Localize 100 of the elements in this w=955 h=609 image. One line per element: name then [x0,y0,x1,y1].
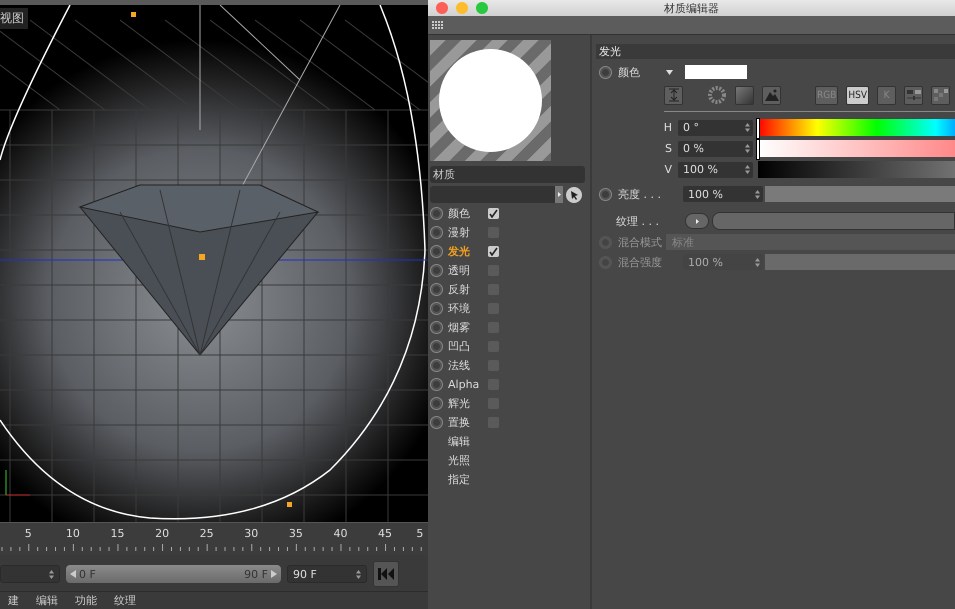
spinner-icon[interactable] [745,165,750,174]
triangle-icon [696,218,698,224]
color-label: 颜色 [618,64,640,80]
frame-number: 30 [243,526,260,540]
keyframe-circle[interactable] [430,359,443,372]
menu-item[interactable]: 光照 [448,451,588,470]
channel-label: S [665,142,672,155]
viewport-label: 视图 [0,8,28,29]
texture-menu-button[interactable] [685,213,709,229]
spinner-icon[interactable] [745,123,750,132]
viewport-scene-drawing[interactable] [0,5,428,522]
keyframe-circle[interactable] [430,397,443,410]
texture-field[interactable] [712,212,955,230]
menu-item[interactable]: 编辑 [36,593,58,608]
channel-item[interactable]: 发光 [448,244,488,259]
color-wheel-button[interactable] [707,86,727,104]
brightness-field[interactable]: 100 % [683,186,763,202]
go-to-start-button[interactable] [373,561,399,587]
channel-checkbox[interactable] [488,208,499,219]
brightness-label: 亮度 . . . [618,186,662,202]
channel-item[interactable]: 法线 [448,358,488,373]
menu-item[interactable]: 功能 [75,593,97,608]
spinner-icon[interactable] [356,570,361,578]
menu-item[interactable]: 指定 [448,470,588,489]
channel-item[interactable]: 凹凸 [448,339,488,354]
slider-thumb[interactable] [756,139,760,160]
image-button[interactable] [762,86,781,104]
frame-number: 40 [332,526,348,540]
cursor-icon[interactable] [566,186,582,202]
spinner-icon[interactable] [755,190,760,198]
keyframe-circle[interactable] [599,188,612,200]
channel-item[interactable]: 颜色 [448,206,488,221]
keyframe-circle[interactable] [430,321,443,334]
section-header: 发光 [596,44,955,59]
mixer-button[interactable] [904,86,924,104]
channel-label: H [664,121,672,134]
keyframe-circle[interactable] [430,378,443,391]
gradient-button[interactable] [735,86,754,104]
timeline-ruler[interactable]: 5 10 15 20 25 30 35 40 45 5 [0,522,428,555]
frame-number: 20 [154,526,170,540]
zoom-button[interactable] [476,2,488,14]
frame-number: 45 [377,526,394,540]
skip-back-icon [377,568,395,580]
swatches-button[interactable] [931,86,950,104]
keyframe-circle[interactable] [430,283,443,296]
color-swatch[interactable] [685,65,747,79]
color-slider[interactable] [758,119,955,136]
keyframe-circle[interactable] [430,264,443,277]
frame-number: 5 [415,526,424,540]
caret-icon[interactable] [666,70,673,74]
keyframe-circle[interactable] [430,302,443,315]
keyframe-circle[interactable] [599,66,612,78]
spinner-icon[interactable] [745,144,750,153]
gradient-bar[interactable] [758,161,955,178]
end-frame-field[interactable]: 90 F [287,565,367,583]
slider-thumb[interactable] [756,118,760,139]
keyframe-circle[interactable] [430,340,443,353]
channel-item[interactable]: 漫射 [448,225,488,240]
blend-mode-label: 混合模式 [618,234,662,250]
keyframe-circle[interactable] [430,416,443,429]
menu-item[interactable]: 纹理 [114,593,136,608]
vertical-arrows-icon [666,88,680,102]
channel-item[interactable]: 置换 [448,415,488,430]
menu-item[interactable]: 建 [8,593,19,608]
frame-number: 35 [288,526,304,540]
texture-label: 纹理 . . . [616,214,660,228]
channel-item[interactable]: 反射 [448,282,488,297]
spinner-icon[interactable] [755,258,760,266]
value-field[interactable]: 0 % [678,140,753,156]
frame-number: 5 [24,526,33,540]
dropdown-arrow-button[interactable] [555,186,563,203]
channel-item[interactable]: 透明 [448,263,488,278]
dropdown-field[interactable] [430,186,555,203]
frame-number: 10 [64,526,81,540]
frame-number: 25 [198,526,215,540]
channel-item[interactable]: 辉光 [448,396,488,411]
channel-item[interactable]: Alpha [448,378,488,391]
material-name-field[interactable]: 材质 [430,166,585,183]
keyframe-circle[interactable] [430,245,443,258]
channel-checkbox[interactable] [488,246,499,257]
grip-icon[interactable] [432,20,443,30]
right-arrow-icon[interactable] [271,570,277,578]
keyframe-circle[interactable] [430,207,443,220]
color-slider[interactable] [758,140,955,157]
close-button[interactable] [436,2,448,14]
blend-strength-label: 混合强度 [618,254,663,270]
left-arrow-icon[interactable] [70,570,76,578]
value-field[interactable]: 100 % [678,162,753,178]
spinner-icon[interactable] [49,570,54,578]
menu-item[interactable]: 编辑 [448,432,588,451]
brightness-slider[interactable] [765,186,955,202]
color-mode-button[interactable]: HSV [846,86,870,104]
window-title: 材质编辑器 [664,0,719,16]
channel-item[interactable]: 烟雾 [448,320,488,335]
keyframe-circle[interactable] [430,226,443,239]
channel-label: V [664,163,672,176]
frame-field[interactable] [0,565,60,583]
triangle-icon [558,192,560,197]
value-field[interactable]: 0 ° [678,120,753,136]
channel-item[interactable]: 环境 [448,301,488,316]
